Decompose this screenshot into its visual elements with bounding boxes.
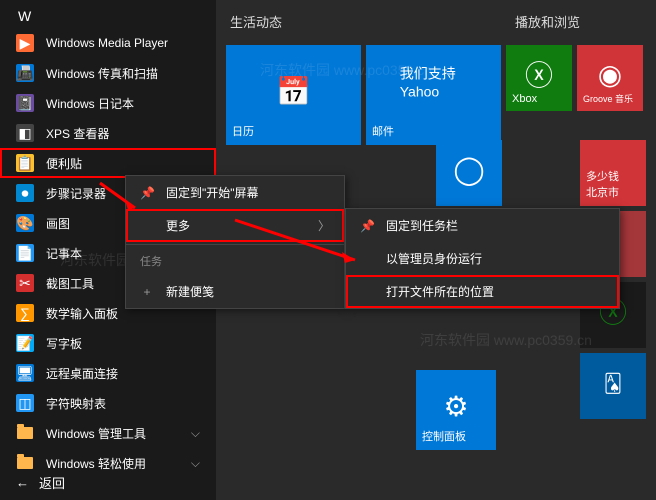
play-icon: ▶ <box>16 34 34 52</box>
app-label: 截图工具 <box>46 275 94 292</box>
folder-label: Windows 轻松使用 <box>46 455 146 472</box>
tile-calendar[interactable]: 📅 日历 <box>226 45 361 145</box>
ctx-label: 固定到任务栏 <box>386 217 458 234</box>
tile-label: 日历 <box>232 123 355 139</box>
charmap-icon: ◫ <box>16 394 34 412</box>
fax-icon: 📠 <box>16 64 34 82</box>
ctx-label: 更多 <box>166 217 190 234</box>
math-icon: ∑ <box>16 304 34 322</box>
journal-icon: 📓 <box>16 94 34 112</box>
separator <box>126 244 344 245</box>
tile-xbox[interactable]: ⓧXbox <box>506 45 572 111</box>
group-header-play[interactable]: 播放和浏览 <box>511 8 584 35</box>
paint-icon: 🎨 <box>16 214 34 232</box>
app-wmp[interactable]: ▶ Windows Media Player <box>0 28 216 58</box>
tile-groove[interactable]: ◉Groove 音乐 <box>577 45 643 111</box>
app-xps[interactable]: ◧ XPS 查看器 <box>0 118 216 148</box>
context-menu-2: 📌 固定到任务栏 以管理员身份运行 打开文件所在的位置 <box>345 208 620 309</box>
tile-weather[interactable]: 多少钱北京市 <box>580 140 646 206</box>
chevron-right-icon: 〉 <box>318 217 330 234</box>
tile-label: Groove 音乐 <box>583 92 637 105</box>
app-stickynotes[interactable]: 📋 便利贴 <box>0 148 216 178</box>
app-rdp[interactable]: 🖥 远程桌面连接 <box>0 358 216 388</box>
ctx-label: 固定到"开始"屏幕 <box>166 184 259 201</box>
tile-solitaire[interactable]: 🂡 <box>580 353 646 419</box>
ctx-open-location[interactable]: 打开文件所在的位置 <box>346 275 619 308</box>
ctx-category: 任务 <box>126 247 344 275</box>
group-header-life[interactable]: 生活动态 <box>226 8 501 35</box>
chevron-down-icon: ⌵ <box>191 456 200 471</box>
context-menu-1: 📌 固定到"开始"屏幕 更多 〉 任务 + 新建便笺 <box>125 175 345 309</box>
app-journal[interactable]: 📓 Windows 日记本 <box>0 88 216 118</box>
scissors-icon: ✂ <box>16 274 34 292</box>
ctx-label: 以管理员身份运行 <box>386 250 482 267</box>
xbox-icon: ⓧ <box>525 54 553 94</box>
ctx-run-admin[interactable]: 以管理员身份运行 <box>346 242 619 275</box>
app-label: Windows 日记本 <box>46 95 134 112</box>
ctx-label: 新建便笺 <box>166 283 214 300</box>
app-label: 步骤记录器 <box>46 185 106 202</box>
ctx-pin-taskbar[interactable]: 📌 固定到任务栏 <box>346 209 619 242</box>
chevron-down-icon: ⌵ <box>191 426 200 441</box>
folder-label: Windows 管理工具 <box>46 425 146 442</box>
app-label: Windows 传真和扫描 <box>46 65 158 82</box>
steps-icon: ⏺ <box>16 184 34 202</box>
ctx-pin-start[interactable]: 📌 固定到"开始"屏幕 <box>126 176 344 209</box>
folder-admintools[interactable]: Windows 管理工具 ⌵ <box>0 418 216 448</box>
xps-icon: ◧ <box>16 124 34 142</box>
tile-label: Xbox <box>512 93 566 105</box>
mail-icon: 我们支持 Yahoo <box>400 63 468 99</box>
app-label: 远程桌面连接 <box>46 365 118 382</box>
app-label: 记事本 <box>46 245 82 262</box>
ctx-new-note[interactable]: + 新建便笺 <box>126 275 344 308</box>
app-label: 字符映射表 <box>46 395 106 412</box>
pin-icon: 📌 <box>140 186 154 200</box>
back-button[interactable]: ← 返回 <box>16 473 65 492</box>
tile-cortana[interactable]: ◯ <box>436 140 502 206</box>
tile-label: 邮件 <box>372 123 495 139</box>
letter-header[interactable]: W <box>0 4 216 28</box>
back-label: 返回 <box>39 473 65 492</box>
cards-icon: 🂡 <box>604 373 622 394</box>
calendar-icon: 📅 <box>276 75 311 108</box>
arrow-left-icon: ← <box>16 475 29 490</box>
app-label: XPS 查看器 <box>46 125 109 142</box>
wordpad-icon: 📝 <box>16 334 34 352</box>
pin-icon: 📌 <box>360 219 374 233</box>
control-icon: ⚙ <box>443 390 468 423</box>
app-wordpad[interactable]: 📝 写字板 <box>0 328 216 358</box>
folder-icon <box>16 424 34 442</box>
tile-label: 控制面板 <box>422 428 490 444</box>
ctx-more[interactable]: 更多 〉 <box>126 209 344 242</box>
app-label: Windows Media Player <box>46 36 168 50</box>
rdp-icon: 🖥 <box>16 364 34 382</box>
app-label: 数学输入面板 <box>46 305 118 322</box>
app-label: 便利贴 <box>46 155 82 172</box>
music-icon: ◉ <box>598 58 622 91</box>
tile-label: 多少钱北京市 <box>586 168 640 200</box>
note-icon: 📋 <box>16 154 34 172</box>
notepad-icon: 📄 <box>16 244 34 262</box>
cortana-icon: ◯ <box>453 153 484 186</box>
plus-icon: + <box>140 285 154 299</box>
folder-icon <box>16 454 34 472</box>
app-fax[interactable]: 📠 Windows 传真和扫描 <box>0 58 216 88</box>
app-label: 写字板 <box>46 335 82 352</box>
app-charmap[interactable]: ◫ 字符映射表 <box>0 388 216 418</box>
tile-controlpanel[interactable]: ⚙ 控制面板 <box>416 370 496 450</box>
ctx-label: 打开文件所在的位置 <box>386 283 494 300</box>
app-label: 画图 <box>46 215 70 232</box>
tile-mail[interactable]: 我们支持 Yahoo 邮件 <box>366 45 501 145</box>
